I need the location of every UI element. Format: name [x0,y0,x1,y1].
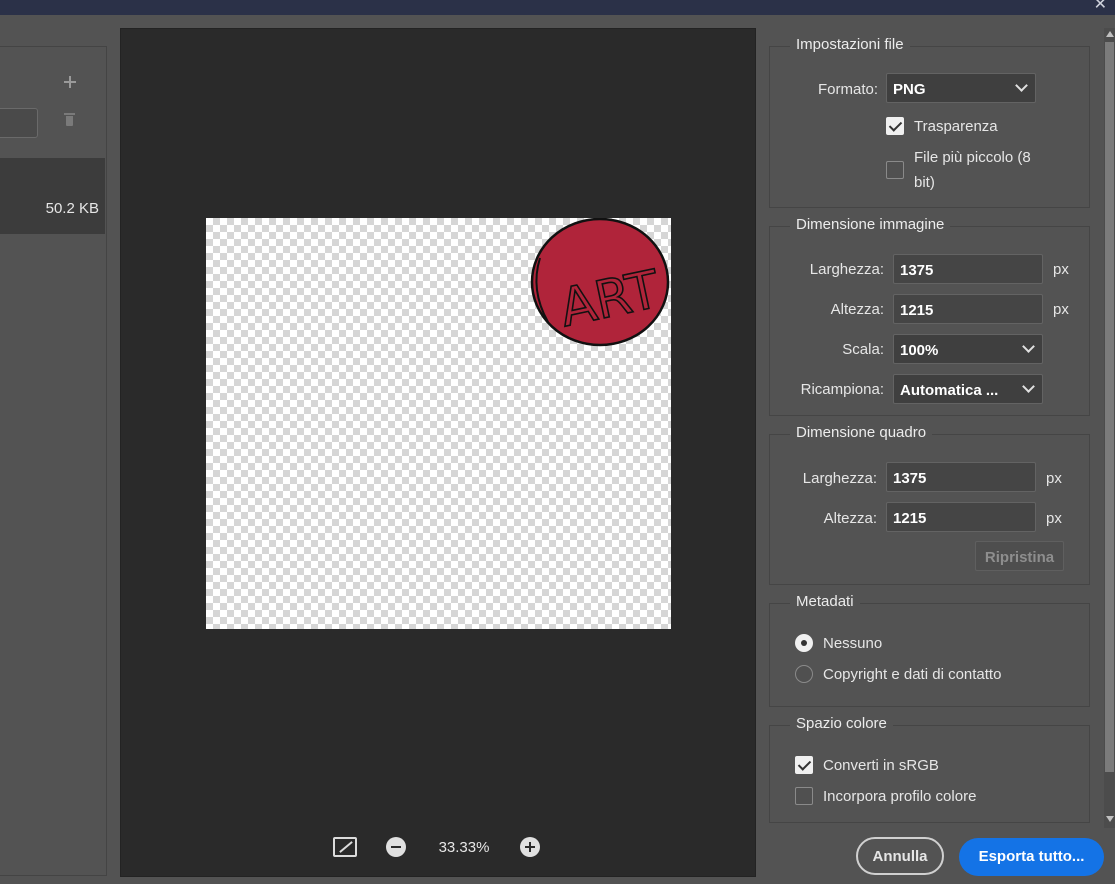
resample-label: Ricampiona: [800,381,884,398]
export-all-button[interactable]: Esporta tutto... [959,838,1104,876]
art-sticker-image: ART [530,218,670,347]
image-height-input[interactable]: 1215 [893,294,1043,324]
canvas-width-unit: px [1046,470,1062,487]
scale-value: 100% [900,342,939,359]
scroll-up-icon[interactable] [1106,31,1114,37]
image-size-section: Dimensione immagine Larghezza: 1375 px A… [769,216,1090,416]
canvas-height-input[interactable]: 1215 [886,502,1036,532]
close-icon[interactable]: ✕ [1094,0,1107,14]
metadata-copyright-label: Copyright e dati di contatto [823,666,1002,683]
resample-dropdown[interactable]: Automatica ... [893,374,1043,404]
canvas-height-label: Altezza: [823,510,877,527]
metadata-none-radio[interactable] [795,634,813,652]
convert-srgb-checkbox[interactable] [795,756,813,774]
reset-button[interactable]: Ripristina [975,541,1064,571]
asset-list-item[interactable]: 50.2 KB [0,158,105,234]
transparency-checkbox[interactable] [886,117,904,135]
image-size-title: Dimensione immagine [790,216,951,233]
image-width-label: Larghezza: [809,261,884,278]
format-value: PNG [893,81,926,98]
format-label: Formato: [817,81,878,98]
canvas-size-section: Dimensione quadro Larghezza: 1375 px Alt… [769,424,1090,585]
asset-suffix-input[interactable] [0,108,38,138]
metadata-section: Metadati Nessuno Copyright e dati di con… [769,593,1090,707]
image-width-input[interactable]: 1375 [893,254,1043,284]
metadata-copyright-radio[interactable] [795,665,813,683]
zoom-toolbar: 33.33% [121,837,757,867]
smaller-file-label-line2: bit) [914,174,935,191]
smaller-file-checkbox[interactable] [886,161,904,179]
chevron-down-icon [1022,380,1035,393]
scale-dropdown[interactable]: 100% [893,334,1043,364]
transparency-label: Trasparenza [914,118,998,135]
preview-canvas: ART [206,218,671,629]
asset-file-size: 50.2 KB [45,200,99,217]
color-space-section: Spazio colore Converti in sRGB Incorpora… [769,715,1090,823]
scroll-thumb[interactable] [1105,42,1114,772]
image-height-unit: px [1053,301,1069,318]
trash-icon[interactable] [64,112,75,126]
chevron-down-icon [1022,340,1035,353]
convert-srgb-label: Converti in sRGB [823,757,939,774]
zoom-value: 33.33% [438,839,490,856]
zoom-in-icon[interactable] [520,837,540,857]
resample-value: Automatica ... [900,382,999,399]
canvas-width-input[interactable]: 1375 [886,462,1036,492]
preview-area[interactable]: ART 33.33% [120,28,756,877]
embed-profile-label: Incorpora profilo colore [823,788,977,805]
file-settings-section: Impostazioni file Formato: PNG Trasparen… [769,36,1090,208]
image-width-unit: px [1053,261,1069,278]
format-dropdown[interactable]: PNG [886,73,1036,103]
settings-scrollbar[interactable] [1104,28,1115,828]
color-space-title: Spazio colore [790,715,893,732]
toggle-background-icon[interactable] [333,837,357,857]
window-title-bar: ✕ [0,0,1115,15]
add-asset-icon[interactable] [64,76,76,88]
canvas-size-title: Dimensione quadro [790,424,933,441]
metadata-title: Metadati [790,593,860,610]
cancel-button[interactable]: Annulla [856,837,944,875]
smaller-file-label-line1: File più piccolo (8 [914,149,1031,166]
file-settings-title: Impostazioni file [790,36,910,53]
canvas-width-label: Larghezza: [802,470,877,487]
canvas-height-unit: px [1046,510,1062,527]
chevron-down-icon [1015,79,1028,92]
image-height-label: Altezza: [830,301,884,318]
zoom-out-icon[interactable] [386,837,406,857]
metadata-none-label: Nessuno [823,635,883,652]
scale-label: Scala: [842,341,884,358]
scroll-down-icon[interactable] [1106,816,1114,822]
embed-profile-checkbox[interactable] [795,787,813,805]
